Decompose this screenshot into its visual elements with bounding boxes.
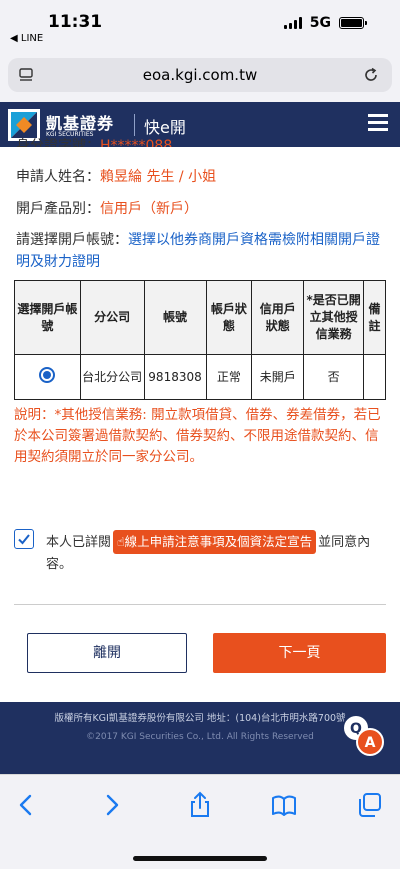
tabs-icon[interactable]	[356, 791, 384, 819]
status-indicators: 5G	[283, 15, 367, 31]
id-number-value: H*****088	[100, 138, 173, 147]
col-header-remark: 備註	[362, 280, 387, 355]
leave-button[interactable]: 離開	[27, 633, 187, 673]
choose-account-row: 請選擇開戶帳號：選擇以他券商開戶資格需檢附相關開戶證明及財力證明	[16, 229, 386, 273]
product-label: 開戶產品別：	[16, 201, 100, 217]
account-table: 選擇開戶帳號 分公司 帳號 帳戶狀態 信用戶狀態 *是否已開立其他授信業務 備註…	[14, 280, 387, 400]
account-status-cell: 正常	[205, 354, 253, 400]
url-text[interactable]: eoa.kgi.com.tw	[8, 66, 392, 84]
next-page-button[interactable]: 下一頁	[213, 633, 386, 673]
account-cell: 9818308	[143, 354, 207, 400]
col-header-select: 選擇開戶帳號	[14, 280, 81, 355]
choose-account-label: 請選擇開戶帳號：	[16, 232, 128, 248]
back-arrow-icon[interactable]	[12, 791, 40, 819]
status-time: 11:31	[48, 12, 103, 32]
battery-icon	[339, 17, 367, 29]
svg-text:A: A	[365, 735, 376, 751]
other-credit-cell: 否	[303, 354, 364, 400]
explanation-note: 說明：*其他授信業務: 開立款項借貸、借券、券差借券，若已於本公司簽署過借款契約…	[14, 407, 381, 465]
network-label: 5G	[309, 15, 331, 31]
terms-button-label: 線上申請注意事項及個資法定宣告	[124, 534, 313, 549]
col-header-credit-status: 信用戶狀態	[251, 280, 305, 355]
browser-toolbar	[0, 774, 400, 869]
col-header-account: 帳號	[143, 280, 207, 355]
home-indicator	[133, 856, 267, 861]
id-number-label: 身分證字號：	[16, 138, 100, 147]
agree-checkbox[interactable]	[14, 529, 34, 549]
ios-status-bar: 11:31 ◀ LINE 5G	[0, 0, 400, 48]
table-row: 台北分公司 9818308 正常 未開戶 否	[14, 354, 387, 400]
back-to-line-link[interactable]: ◀ LINE	[10, 33, 43, 44]
remark-cell	[362, 354, 387, 400]
divider	[14, 604, 386, 605]
forward-arrow-icon[interactable]	[98, 791, 126, 819]
reload-icon[interactable]	[362, 66, 380, 84]
product-value: 信用戶（新戶）	[100, 201, 198, 217]
signal-icon	[283, 17, 302, 29]
col-header-branch: 分公司	[79, 280, 145, 355]
table-header-row: 選擇開戶帳號 分公司 帳號 帳戶狀態 信用戶狀態 *是否已開立其他授信業務 備註	[14, 280, 387, 355]
applicant-row: 申請人姓名：賴昱綸 先生 / 小姐	[16, 166, 216, 186]
address-bar[interactable]: eoa.kgi.com.tw	[8, 58, 392, 92]
terms-button[interactable]: ☝線上申請注意事項及個資法定宣告	[113, 530, 317, 554]
hand-pointer-icon: ☝	[117, 534, 125, 549]
account-radio[interactable]	[39, 366, 56, 383]
applicant-value: 賴昱綸 先生 / 小姐	[100, 169, 217, 185]
agreement-prefix: 本人已詳閱	[46, 535, 112, 550]
share-icon[interactable]	[186, 791, 214, 819]
col-header-account-status: 帳戶狀態	[205, 280, 253, 355]
agreement-text: 本人已詳閱 ☝線上申請注意事項及個資法定宣告 並同意內容。	[46, 530, 386, 576]
checkmark-icon	[18, 534, 30, 545]
credit-status-cell: 未開戶	[251, 354, 305, 400]
product-row: 開戶產品別：信用戶（新戶）	[16, 198, 198, 218]
select-cell	[14, 354, 81, 400]
qa-chat-icon[interactable]: Q A	[338, 710, 388, 760]
browser-address-area: eoa.kgi.com.tw	[0, 48, 400, 102]
hamburger-menu-icon[interactable]	[368, 114, 388, 134]
branch-cell: 台北分公司	[79, 354, 145, 400]
applicant-label: 申請人姓名：	[16, 169, 100, 185]
bookmarks-icon[interactable]	[270, 791, 298, 819]
id-number-row: 身分證字號：H*****088	[16, 135, 172, 147]
header-divider	[134, 114, 135, 136]
site-footer: 版權所有KGI凱基證券股份有限公司 地址：(104)台北市明水路700號 ©20…	[0, 702, 400, 774]
col-header-other-credit: *是否已開立其他授信業務	[303, 280, 364, 355]
